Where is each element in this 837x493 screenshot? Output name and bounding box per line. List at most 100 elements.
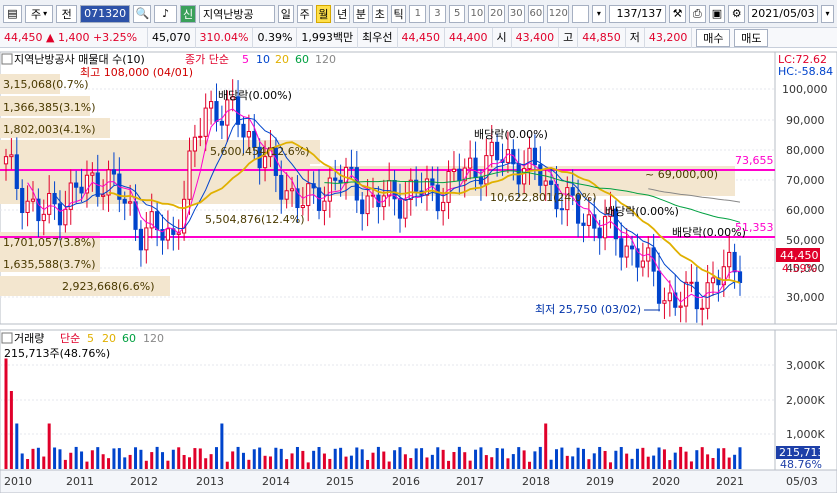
period-second-button[interactable]: 초 (371, 4, 388, 23)
interval-3-button[interactable]: 3 (429, 4, 446, 23)
tools-icon[interactable]: ⚒ (669, 4, 686, 23)
stock-code-input[interactable]: 071320 (80, 4, 131, 23)
volume-bar (42, 456, 46, 469)
interval-30-button[interactable]: 30 (507, 4, 525, 23)
volume-bar (625, 453, 629, 469)
date-input[interactable]: 2021/05/03 (747, 4, 818, 23)
x-label-2021: 2021 (716, 475, 744, 488)
sell-button[interactable]: 매도 (734, 28, 769, 47)
y-tick-90000: 90,000 (786, 114, 825, 127)
market-select[interactable]: 주 ▾ (25, 4, 54, 23)
volume-axis-labels: 3,000K 2,000K 1,000K (786, 359, 825, 441)
menu-icon[interactable]: ▤ (3, 4, 23, 23)
interval-5-button[interactable]: 5 (448, 4, 466, 23)
candle-body (365, 195, 370, 215)
interval-60-button[interactable]: 60 (527, 4, 545, 23)
buy-button[interactable]: 매수 (696, 28, 731, 47)
vp-label-4: 5,600,454(12.6%) (210, 145, 310, 158)
candle-body (602, 216, 608, 239)
volume-bar (117, 448, 121, 469)
interval-dropdown-icon[interactable]: ▾ (592, 4, 606, 23)
custom-interval-input[interactable] (572, 4, 590, 23)
candle-body (473, 157, 478, 179)
type-select[interactable]: 전 (56, 4, 78, 23)
vp-label-1: 3,15,068(0.7%) (3, 78, 89, 91)
volume-bar (689, 461, 693, 469)
volume-bar (592, 453, 596, 469)
count-input[interactable]: 137/137 (608, 4, 667, 23)
vp-label-8: 1,635,588(3.7%) (3, 258, 96, 271)
volume-bar (4, 358, 8, 469)
candle-body (128, 201, 133, 204)
credit-badge: 신 (180, 4, 196, 23)
settings-icon[interactable]: ⚙ (728, 4, 745, 23)
candle-body (79, 186, 84, 194)
volume-bar (544, 423, 548, 469)
x-label-2011: 2011 (66, 475, 94, 488)
period-month-button[interactable]: 월 (315, 4, 332, 23)
print-icon[interactable]: ⎙ (688, 4, 706, 23)
period-tick-button[interactable]: 틱 (390, 4, 407, 23)
volume-bar (231, 451, 235, 469)
stock-chart[interactable]: 지역난방공사 매물대 수(10) 종가 단순 5 10 20 60 120 3,… (0, 50, 837, 493)
period-week-button[interactable]: 주 (296, 4, 313, 23)
y-tick-100000: 100,000 (782, 83, 828, 96)
vp-label-7: 1,701,057(3.8%) (3, 236, 96, 249)
candle-body (559, 208, 564, 211)
candle-body (208, 101, 214, 109)
volume-bar (382, 451, 386, 469)
candle-body (495, 141, 500, 161)
turnover-rate: 0.39% (253, 27, 298, 48)
stock-name: 지역난방공 (199, 4, 275, 23)
x-label-2018: 2018 (522, 475, 550, 488)
volume-bar (339, 447, 343, 469)
candle-body (241, 123, 246, 138)
volume-bar (177, 447, 181, 469)
volume-bar (182, 454, 186, 469)
period-day-button[interactable]: 일 (277, 4, 294, 23)
candle-body (262, 156, 268, 169)
legend-ma120: 120 (315, 53, 336, 66)
candle-body (122, 198, 127, 204)
volume-bar (468, 460, 472, 469)
candle-body (279, 174, 284, 200)
save-icon[interactable]: ▣ (708, 4, 726, 23)
candle-body (522, 168, 527, 185)
volume-ratio: 310.04% (196, 27, 254, 48)
search-icon[interactable]: 🔍 (133, 4, 152, 23)
candle-body (532, 147, 538, 166)
volume-bar (295, 446, 299, 469)
volume-bar (619, 447, 623, 469)
interval-10-button[interactable]: 10 (468, 4, 486, 23)
candle-body (435, 184, 440, 212)
candle-body (705, 282, 710, 309)
open-price: 43,400 (512, 27, 560, 48)
volume-bar (614, 450, 618, 469)
candle-body (30, 198, 36, 202)
interval-120-button[interactable]: 120 (547, 4, 570, 23)
volume-bar (555, 449, 558, 469)
candle-body (700, 307, 705, 310)
quote-infobar: 44,450 ▲ 1,400 +3.25% 45,070 310.04% 0.3… (0, 27, 837, 48)
period-minute-button[interactable]: 분 (353, 4, 369, 23)
x-label-2012: 2012 (130, 475, 158, 488)
volume-bar (112, 448, 116, 469)
speaker-icon[interactable]: ♪ (154, 4, 177, 23)
volume-bar (646, 456, 650, 469)
candle-body (219, 120, 224, 126)
period-year-button[interactable]: 년 (334, 4, 351, 23)
volume-bar (511, 454, 515, 469)
volume-bar (107, 458, 111, 469)
volume-bar (333, 448, 337, 469)
x-label-2013: 2013 (196, 475, 224, 488)
volume-legend-title: 거래량 (14, 332, 44, 345)
interval-1-button[interactable]: 1 (409, 4, 427, 23)
calendar-dropdown-icon[interactable]: ▾ (820, 4, 834, 23)
volume-bar (733, 454, 737, 469)
volume-bar (349, 455, 353, 469)
interval-20-button[interactable]: 20 (488, 4, 505, 23)
candle-body (322, 200, 327, 211)
volume-bar (263, 455, 267, 469)
volume-max-note: 215,713주(48.76%) (4, 347, 110, 360)
candle-body (284, 190, 289, 200)
